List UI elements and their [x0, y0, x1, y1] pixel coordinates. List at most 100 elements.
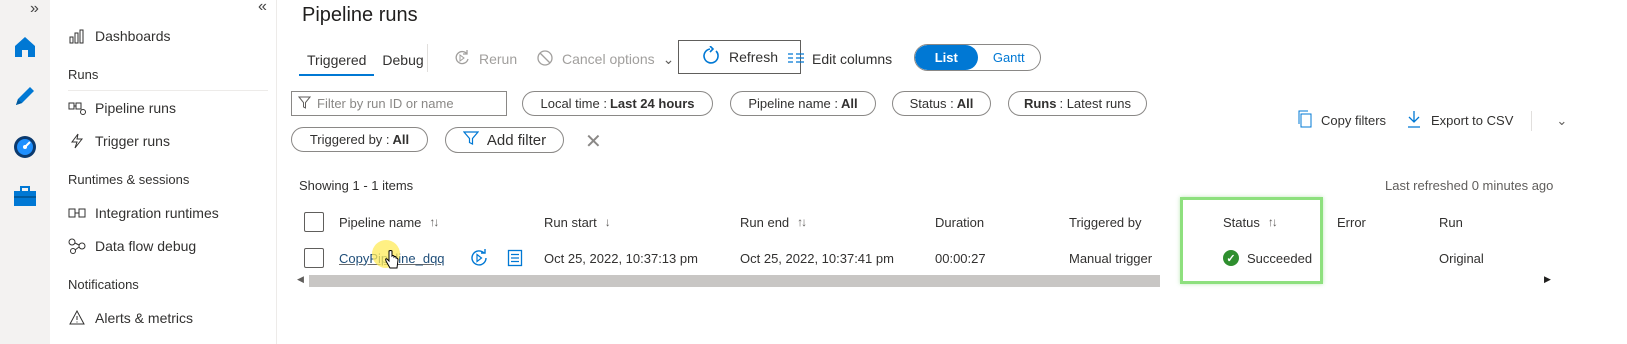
- pipeline-name-filter-label: Pipeline name :: [748, 96, 838, 111]
- column-triggered-by[interactable]: Triggered by: [1069, 204, 1142, 240]
- local-time-label: Local time :: [540, 96, 607, 111]
- copy-filters-button[interactable]: Copy filters: [1297, 110, 1386, 131]
- funnel-icon: [462, 130, 480, 150]
- last-refreshed: Last refreshed 0 minutes ago: [1385, 178, 1554, 193]
- integration-runtime-icon: [68, 204, 86, 222]
- app-root: » « Dashboards Runs Pipeline runs Trigge…: [0, 0, 1627, 344]
- scroll-left-icon[interactable]: ◀: [297, 274, 304, 285]
- cancel-options-label: Cancel options: [562, 51, 655, 67]
- tab-debug[interactable]: Debug: [374, 50, 431, 76]
- nav-item-trigger-runs[interactable]: Trigger runs: [68, 132, 170, 150]
- run-cell: Original: [1439, 250, 1484, 266]
- items-count: Showing 1 - 1 items: [299, 178, 414, 193]
- bar-chart-icon: [68, 27, 86, 45]
- columns-icon: [788, 51, 804, 67]
- runs-filter-label: Runs: [1023, 96, 1057, 111]
- table-row[interactable]: CopyPipeline_dqq Oct 25, 2022, 10:37:13 …: [277, 240, 1627, 276]
- run-start-cell: Oct 25, 2022, 10:37:13 pm: [544, 250, 698, 266]
- pipeline-icon: [68, 99, 86, 117]
- pencil-icon[interactable]: [10, 81, 40, 111]
- filter-placeholder: Filter by run ID or name: [317, 96, 454, 111]
- scrollbar-thumb[interactable]: [309, 275, 1160, 287]
- status-filter[interactable]: Status : All: [892, 91, 991, 116]
- edit-columns-label: Edit columns: [812, 51, 893, 67]
- download-icon: [1407, 110, 1421, 131]
- lightning-icon: [68, 132, 86, 150]
- column-duration[interactable]: Duration: [935, 204, 984, 240]
- export-divider: [1531, 110, 1533, 131]
- column-run-start[interactable]: Run start ↓: [544, 204, 611, 240]
- expand-icon[interactable]: »: [30, 0, 39, 18]
- nav-label: Trigger runs: [95, 133, 170, 149]
- nav-section-runs: Runs: [68, 67, 99, 82]
- toolbar-divider: [427, 44, 428, 72]
- rerun-button[interactable]: Rerun: [453, 46, 517, 72]
- column-label: Pipeline name: [339, 214, 422, 230]
- nav-label: Pipeline runs: [95, 100, 176, 116]
- nav-label: Alerts & metrics: [95, 310, 194, 326]
- rerun-icon: [453, 49, 471, 70]
- rerun-row-icon[interactable]: [469, 240, 489, 276]
- monitor-gauge-icon[interactable]: [10, 132, 40, 162]
- sort-icon[interactable]: ↑↓: [797, 215, 807, 229]
- rerun-label: Rerun: [479, 51, 518, 67]
- edit-columns-button[interactable]: Edit columns: [788, 46, 892, 72]
- gantt-view-option[interactable]: Gantt: [978, 45, 1041, 70]
- column-run[interactable]: Run: [1439, 204, 1463, 240]
- refresh-button[interactable]: Refresh: [678, 40, 801, 74]
- column-pipeline-name[interactable]: Pipeline name ↑↓: [339, 204, 439, 240]
- status-highlight-box: [1180, 197, 1323, 284]
- triggered-by-filter-value: All: [392, 132, 410, 147]
- select-all-checkbox[interactable]: [304, 204, 324, 240]
- home-icon[interactable]: [10, 32, 40, 62]
- page-title: Pipeline runs: [302, 4, 418, 26]
- pipeline-name-filter[interactable]: Pipeline name : All: [730, 91, 876, 116]
- row-checkbox[interactable]: [304, 240, 324, 276]
- add-filter-button[interactable]: Add filter: [445, 127, 564, 153]
- toolbox-icon[interactable]: [10, 181, 40, 211]
- list-view-option[interactable]: List: [915, 45, 978, 70]
- nav-section-notifications: Notifications: [68, 277, 139, 292]
- chevron-down-icon[interactable]: ⌄: [1556, 113, 1567, 129]
- cancel-icon: [536, 49, 554, 70]
- refresh-label: Refresh: [728, 49, 779, 65]
- nav-label: Dashboards: [95, 28, 171, 44]
- tab-triggered[interactable]: Triggered: [299, 50, 375, 76]
- status-filter-value: All: [956, 96, 974, 111]
- copy-icon: [1297, 110, 1313, 131]
- local-time-filter[interactable]: Local time : Last 24 hours: [522, 91, 713, 116]
- run-type-tabs: Triggered Debug: [299, 50, 432, 76]
- scroll-right-icon[interactable]: ▶: [1544, 274, 1551, 285]
- clear-filters-icon[interactable]: ✕: [585, 129, 602, 154]
- nav-item-integration-runtimes[interactable]: Integration runtimes: [68, 204, 219, 222]
- horizontal-scrollbar[interactable]: ◀ ▶: [297, 274, 1557, 287]
- export-csv-button[interactable]: Export to CSV ⌄: [1407, 110, 1567, 131]
- nav-label: Integration runtimes: [95, 205, 219, 221]
- sort-icon[interactable]: ↑↓: [429, 215, 439, 229]
- column-label: Run start: [544, 214, 597, 230]
- nav-section-runtimes: Runtimes & sessions: [68, 172, 190, 187]
- main-content: Pipeline runs Triggered Debug Rerun Canc…: [277, 0, 1627, 344]
- run-end-cell: Oct 25, 2022, 10:37:41 pm: [740, 250, 894, 266]
- pipeline-name-filter-value: All: [841, 96, 858, 111]
- run-filter-input[interactable]: Filter by run ID or name: [291, 91, 507, 116]
- nav-item-alerts-metrics[interactable]: Alerts & metrics: [68, 309, 193, 327]
- column-error[interactable]: Error: [1337, 204, 1366, 240]
- consumption-icon[interactable]: [507, 240, 523, 276]
- collapse-icon[interactable]: «: [258, 0, 267, 16]
- view-toggle: List Gantt: [914, 44, 1041, 71]
- cancel-options-button[interactable]: Cancel options ⌄: [536, 46, 674, 72]
- nav-item-data-flow-debug[interactable]: Data flow debug: [68, 237, 196, 255]
- local-time-value: Last 24 hours: [609, 96, 695, 111]
- sort-descending-icon[interactable]: ↓: [605, 215, 611, 229]
- runs-filter[interactable]: Runs : Latest runs: [1008, 91, 1147, 116]
- nav-item-pipeline-runs[interactable]: Pipeline runs: [50, 93, 206, 123]
- triggered-by-cell: Manual trigger: [1069, 250, 1153, 266]
- nav-divider: [68, 90, 268, 91]
- nav-label: Data flow debug: [95, 238, 197, 254]
- nav-item-dashboards[interactable]: Dashboards: [68, 27, 171, 45]
- column-run-end[interactable]: Run end ↑↓: [740, 204, 807, 240]
- triggered-by-filter[interactable]: Triggered by : All: [291, 127, 428, 152]
- triggered-by-filter-label: Triggered by :: [309, 132, 390, 147]
- hand-cursor-icon: [384, 250, 400, 273]
